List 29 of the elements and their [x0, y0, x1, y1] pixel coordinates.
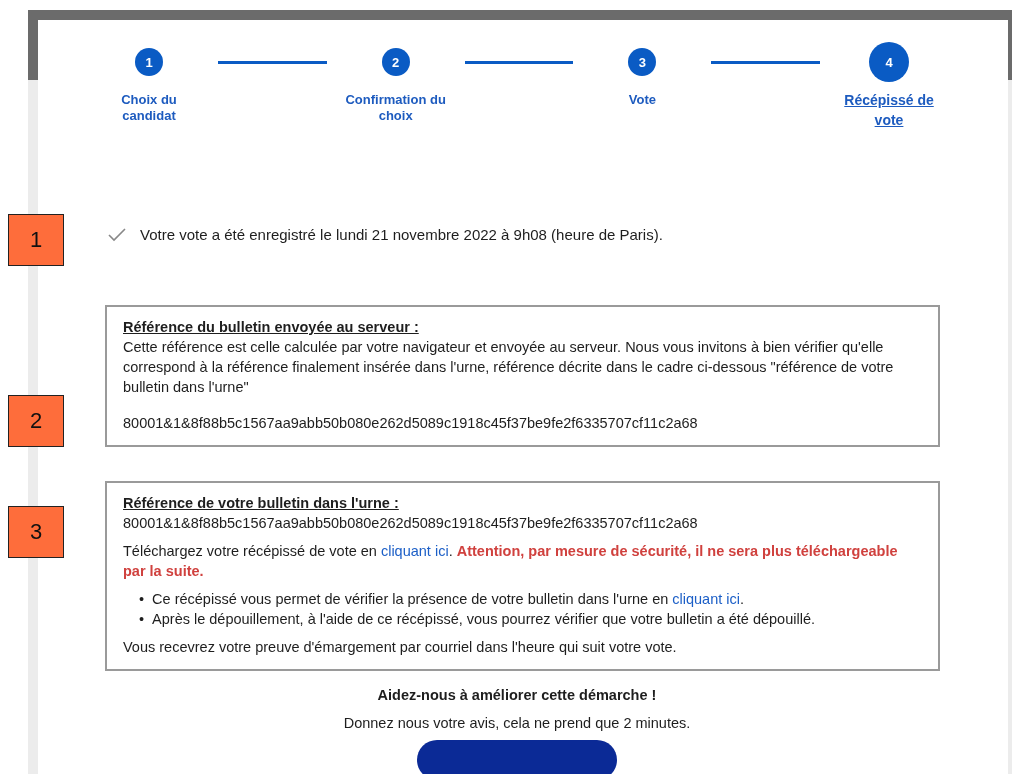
- step-label: Vote: [628, 92, 656, 108]
- feedback-subtitle: Donnez nous votre avis, cela ne prend que 2 minutes.: [343, 715, 691, 731]
- step-label: Confirmation du choix: [344, 92, 447, 124]
- bullet-item: Ce récépissé vous permet de vérifier la présence de votre bulletin dans l'urne en cliquant ici.: [152, 590, 745, 609]
- feedback-title: Aidez-nous à améliorer cette démarche !: [377, 687, 657, 703]
- step-circle: 3: [628, 48, 657, 76]
- email-note: Vous recevrez votre preuve d'émargement par courriel dans l'heure qui suit votre vote.: [123, 638, 678, 657]
- step-label: Choix du candidat: [120, 92, 178, 124]
- step-circle: 2: [381, 48, 410, 76]
- download-instructions: Téléchargez votre récépissé de vote en cliquant ici. Attention, par mesure de sécurité, il ne sera plus téléchargeable par la suite.: [123, 542, 899, 581]
- verify-link[interactable]: cliquant ici: [672, 591, 740, 607]
- bullet-icon: •: [139, 609, 145, 629]
- step-label[interactable]: Récépissé de vote: [834, 90, 944, 130]
- bullet-icon: •: [139, 589, 145, 609]
- reference-code: 80001&1&8f88b5c1567aa9abb50b080e262d5089c1918c45f37be9fe2f6335707cf11c2a68: [123, 514, 699, 533]
- download-link[interactable]: cliquant ici: [380, 543, 449, 559]
- bullet-item: Après le dépouillement, à l'aide de ce récépissé, vous pourrez vérifier que votre bulletin a été dépouillé.: [152, 610, 815, 629]
- check-icon: [108, 227, 126, 242]
- callout-badge: 2: [8, 395, 64, 447]
- box-title: Référence du bulletin envoyée au serveur :: [123, 318, 420, 337]
- box-description: Cette référence est celle calculée par votre navigateur et envoyée au serveur. Nous vous invitons à bien vérifier qu'elle correspond à la référence finalement insérée dans l'urne, référence décrite dans le cadre ci-dessous "référence de votre bulletin dans l'urne": [123, 338, 895, 397]
- step-circle: 4: [869, 42, 909, 82]
- feedback-button[interactable]: [417, 740, 617, 774]
- confirmation-message: Votre vote a été enregistré le lundi 21 novembre 2022 à 9h08 (heure de Paris).: [140, 226, 663, 243]
- reference-code: 80001&1&8f88b5c1567aa9abb50b080e262d5089c1918c45f37be9fe2f6335707cf11c2a68: [123, 414, 699, 433]
- callout-badge: 1: [8, 214, 64, 266]
- callout-badge: 3: [8, 506, 64, 558]
- box-title: Référence de votre bulletin dans l'urne :: [123, 494, 400, 513]
- step-circle: 1: [135, 48, 163, 76]
